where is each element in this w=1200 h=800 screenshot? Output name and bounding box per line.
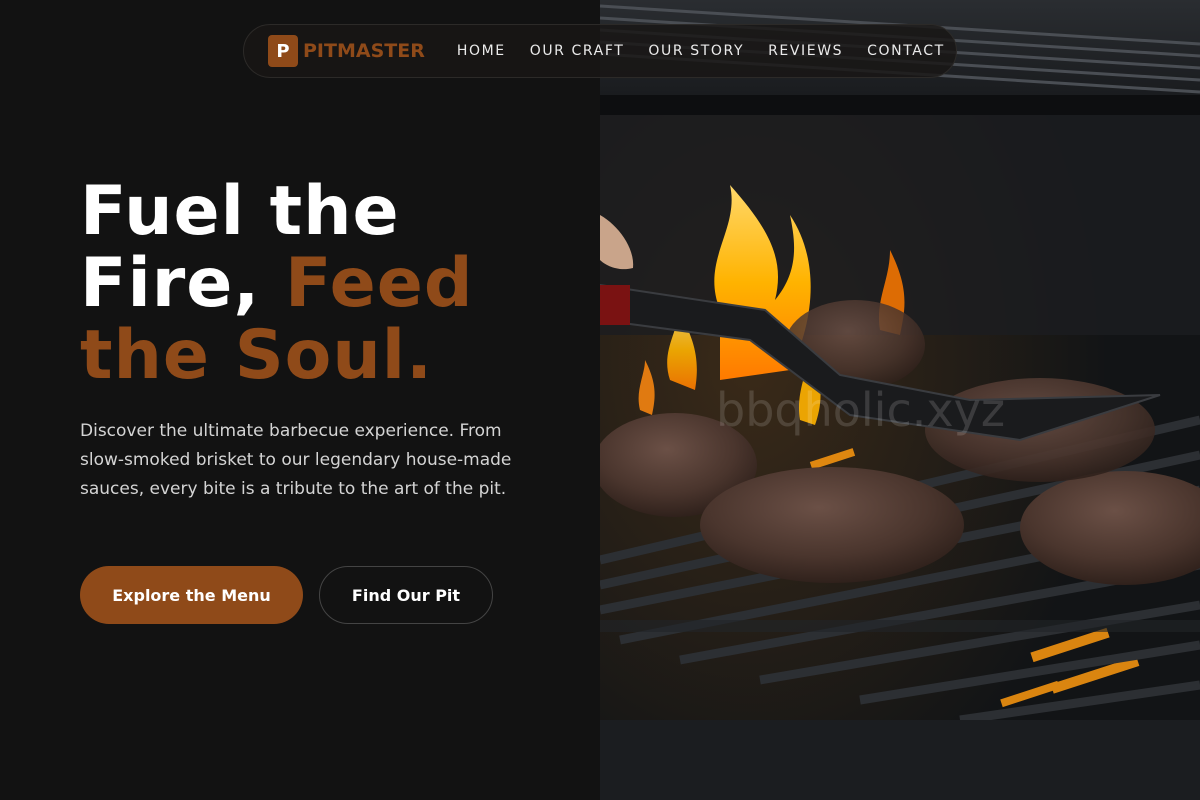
nav-link-our-story[interactable]: OUR STORY [648,43,744,59]
main-navigation: P PITMASTER HOME OUR CRAFT OUR STORY REV… [243,24,957,78]
nav-link-our-craft[interactable]: OUR CRAFT [530,43,625,59]
hero-grill-image: bbqholic.xyz [600,0,1200,800]
explore-menu-button[interactable]: Explore the Menu [80,566,303,624]
headline-the-soul: the Soul. [80,316,433,395]
nav-links: HOME OUR CRAFT OUR STORY REVIEWS CONTACT [457,43,945,59]
brand-name: PITMASTER [303,40,425,62]
image-watermark: bbqholic.xyz [716,383,1005,437]
find-our-pit-button[interactable]: Find Our Pit [319,566,493,624]
nav-link-reviews[interactable]: REVIEWS [768,43,843,59]
hero-left-panel [0,0,600,800]
headline-fire: Fire, [80,244,261,323]
brand-logo[interactable]: P PITMASTER [268,35,425,67]
headline-line-1: Fuel the [80,172,400,251]
nav-link-home[interactable]: HOME [457,43,506,59]
logo-mark-icon: P [268,35,298,67]
nav-link-contact[interactable]: CONTACT [867,43,945,59]
hero-description: Discover the ultimate barbecue experienc… [80,421,512,499]
headline-feed: Feed [284,244,474,323]
hero-headline: Fuel the Fire, Feed the Soul. [80,176,580,392]
